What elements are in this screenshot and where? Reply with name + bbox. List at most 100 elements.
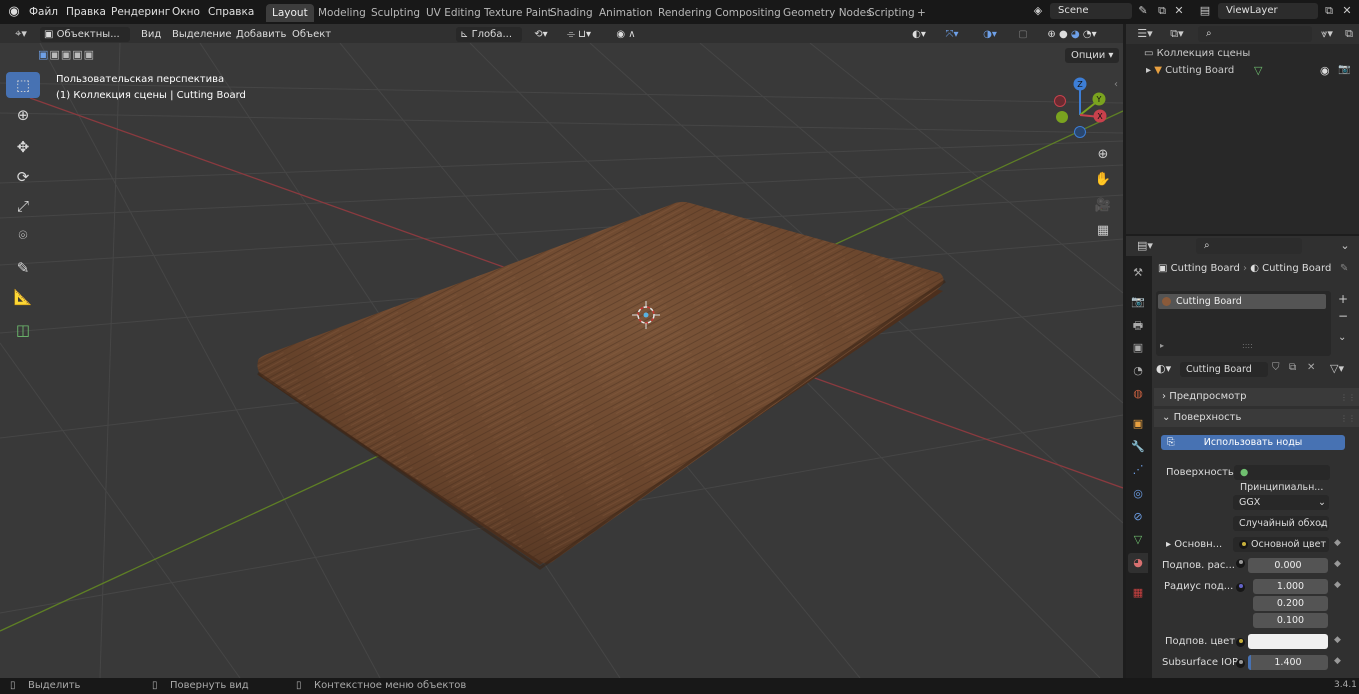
delete-scene-icon[interactable]: ✕: [1172, 3, 1186, 19]
menu-view[interactable]: Вид: [141, 27, 161, 42]
expand-arrow-icon[interactable]: ▸: [1166, 539, 1174, 550]
ortho-grid-icon[interactable]: ▦: [1092, 220, 1114, 242]
world-tab-icon[interactable]: ◍: [1128, 384, 1148, 404]
menu-edit[interactable]: Правка: [66, 4, 106, 20]
data-tab-icon[interactable]: ▽: [1128, 530, 1148, 550]
tab-uv-editing[interactable]: UV Editing: [420, 4, 487, 22]
menu-file[interactable]: Файл: [29, 4, 58, 20]
tab-sculpting[interactable]: Sculpting: [365, 4, 426, 22]
rendered-shading-icon[interactable]: ◔: [1083, 29, 1092, 40]
render-tab-icon[interactable]: 📷: [1128, 292, 1148, 312]
distribution-dropdown[interactable]: GGX ⌄: [1233, 495, 1329, 510]
collection-row[interactable]: ▭ Коллекция сцены: [1144, 48, 1250, 59]
subsurface-color-swatch[interactable]: [1248, 634, 1328, 649]
tab-modeling[interactable]: Modeling: [312, 4, 372, 22]
resize-handle-icon[interactable]: ::::: [1242, 341, 1253, 350]
subsurface-field[interactable]: 0.000: [1248, 558, 1328, 573]
properties-editor-icon[interactable]: ▤▾: [1132, 238, 1158, 254]
new-collection-icon[interactable]: ⧉: [1342, 26, 1356, 42]
socket-icon[interactable]: [1236, 637, 1245, 648]
material-slot[interactable]: Cutting Board: [1158, 294, 1326, 309]
solid-shading-icon[interactable]: ●: [1059, 29, 1068, 40]
physics-tab-icon[interactable]: ◎: [1128, 484, 1148, 504]
scene-selector[interactable]: Scene: [1050, 3, 1132, 19]
expand-arrow-icon[interactable]: ▸: [1160, 341, 1164, 350]
link-mode-icon[interactable]: ▽▾: [1330, 362, 1344, 375]
options-icon[interactable]: ⌄: [1338, 238, 1352, 254]
animate-dot-icon[interactable]: ◆: [1334, 635, 1341, 645]
editor-type-icon[interactable]: ⌖▾: [8, 26, 34, 42]
material-tab-icon[interactable]: ◕: [1128, 553, 1148, 573]
navigation-gizmo[interactable]: Z Y X: [1050, 75, 1116, 139]
select-intersect-icon[interactable]: ▣: [84, 48, 95, 61]
use-nodes-button[interactable]: ⎘ Использовать ноды: [1161, 435, 1345, 450]
unlink-material-icon[interactable]: ✕: [1307, 362, 1315, 373]
drag-handle-icon[interactable]: ⋮⋮: [1340, 414, 1356, 423]
blender-logo-icon[interactable]: ◉: [6, 4, 22, 20]
cursor-tool-icon[interactable]: ⊕: [6, 102, 40, 128]
material-name-field[interactable]: Cutting Board: [1180, 362, 1268, 377]
pan-hand-icon[interactable]: ✋: [1092, 169, 1114, 191]
radius-z-field[interactable]: 0.100: [1253, 613, 1328, 628]
base-color-link[interactable]: Основной цвет: [1233, 537, 1329, 552]
gizmo-toggle-icon[interactable]: ⤧▾: [936, 27, 968, 42]
animate-dot-icon[interactable]: ◆: [1334, 580, 1341, 590]
drag-handle-icon[interactable]: ⋮⋮: [1340, 393, 1356, 402]
subsurface-ior-field[interactable]: 1.400: [1248, 655, 1328, 670]
menu-window[interactable]: Окно: [172, 4, 200, 20]
visibility-icon[interactable]: ◐▾: [906, 27, 932, 42]
new-scene-icon[interactable]: ⧉: [1154, 3, 1170, 19]
texture-tab-icon[interactable]: ▦: [1128, 583, 1148, 603]
tab-compositing[interactable]: Compositing: [709, 4, 787, 22]
add-workspace-button[interactable]: +: [911, 4, 932, 22]
annotate-tool-icon[interactable]: ✎: [6, 255, 40, 281]
object-tab-icon[interactable]: ▣: [1128, 414, 1148, 434]
shading-modes[interactable]: ⊕ ● ◕ ◔▾: [1036, 27, 1108, 42]
pin-icon[interactable]: ✎: [1340, 263, 1348, 274]
mesh-data-icon[interactable]: ▽: [1254, 64, 1262, 77]
subsurface-method-dropdown[interactable]: Случайный обход ⌄: [1233, 516, 1329, 531]
duplicate-material-icon[interactable]: ⧉: [1289, 362, 1296, 373]
remove-slot-icon[interactable]: −: [1338, 309, 1348, 323]
tab-animation[interactable]: Animation: [593, 4, 659, 22]
select-box-tool-icon[interactable]: ⬚: [6, 72, 40, 98]
zoom-icon[interactable]: ⊕: [1092, 144, 1114, 166]
delete-view-layer-icon[interactable]: ✕: [1339, 3, 1355, 19]
add-cube-tool-icon[interactable]: ◫: [6, 317, 40, 343]
move-tool-icon[interactable]: ✥: [6, 134, 40, 160]
camera-view-icon[interactable]: 🎥: [1092, 195, 1114, 217]
browse-material-icon[interactable]: ◐▾: [1156, 362, 1171, 375]
scale-tool-icon[interactable]: ⤢: [6, 193, 40, 219]
wireframe-shading-icon[interactable]: ⊕: [1047, 29, 1055, 40]
proportional-edit-icon[interactable]: ◉ ∧: [606, 27, 646, 42]
3d-viewport[interactable]: Пользовательская перспектива (1) Коллекц…: [0, 43, 1123, 678]
select-invert-icon[interactable]: ▣: [72, 48, 83, 61]
animate-dot-icon[interactable]: ◆: [1334, 656, 1341, 666]
outliner-search-input[interactable]: ⌕: [1198, 26, 1312, 42]
socket-icon[interactable]: [1236, 558, 1245, 569]
select-new-icon[interactable]: ▣: [38, 48, 49, 61]
rotate-tool-icon[interactable]: ⟳: [6, 164, 40, 190]
overlays-icon[interactable]: ◑▾: [974, 27, 1006, 42]
surface-shader-selector[interactable]: ● Принципиальн...: [1234, 465, 1330, 493]
view-layer-icon[interactable]: ▤: [1194, 3, 1216, 19]
radius-x-field[interactable]: 1.000: [1253, 579, 1328, 594]
scene-icon[interactable]: ◈: [1028, 3, 1048, 19]
camera-icon[interactable]: 📷: [1338, 64, 1350, 75]
sidebar-toggle-icon[interactable]: ‹: [1114, 79, 1118, 90]
transform-tool-icon[interactable]: ⌾: [6, 222, 40, 248]
eye-icon[interactable]: ◉: [1320, 64, 1330, 77]
view-layer-tab-icon[interactable]: ▣: [1128, 338, 1148, 358]
radius-y-field[interactable]: 0.200: [1253, 596, 1328, 611]
filter-icon[interactable]: ⩔▾: [1316, 26, 1338, 42]
options-dropdown[interactable]: Опции ▾: [1065, 48, 1120, 63]
fake-user-icon[interactable]: ⛉: [1272, 362, 1280, 373]
scene-tab-icon[interactable]: ◔: [1128, 361, 1148, 381]
pivot-icon[interactable]: ⟲▾: [530, 27, 552, 42]
tool-tab-icon[interactable]: ⚒: [1128, 263, 1148, 283]
output-tab-icon[interactable]: 🖶: [1128, 316, 1148, 336]
menu-select[interactable]: Выделение: [172, 27, 232, 42]
cutting-board-mesh[interactable]: [257, 201, 946, 570]
menu-render[interactable]: Рендеринг: [111, 4, 170, 20]
expand-arrow-icon[interactable]: ▸: [1146, 65, 1154, 76]
